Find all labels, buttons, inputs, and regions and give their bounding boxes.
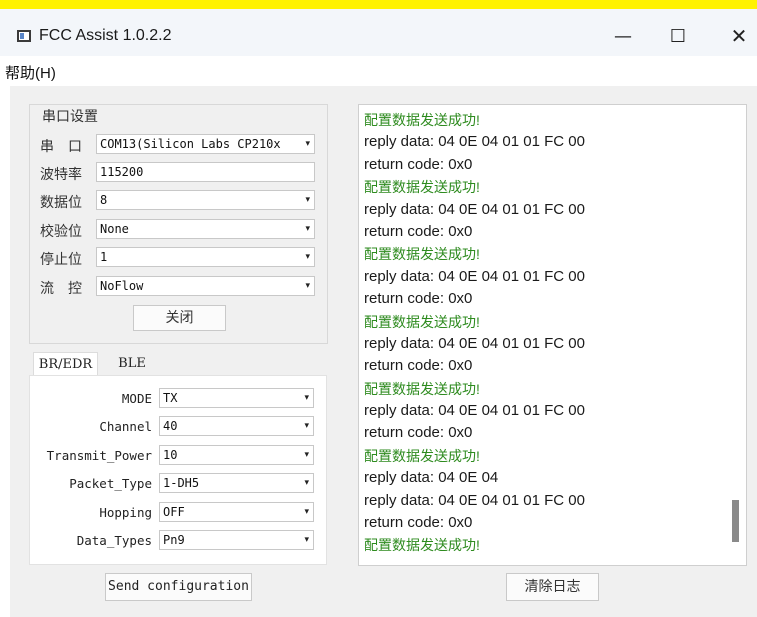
baud-rate-input[interactable]: 115200: [96, 162, 315, 182]
tab-ble[interactable]: BLE: [104, 352, 160, 376]
log-line-data: return code: 0x0: [364, 424, 473, 442]
log-line-data: reply data: 04 0E 04: [364, 469, 499, 487]
channel-label: Channel: [99, 419, 152, 434]
log-line-data: reply data: 04 0E 04 01 01 FC 00: [364, 402, 585, 420]
app-window-icon: [17, 30, 31, 42]
port-label: 串 口: [40, 139, 82, 155]
flow-control-value: NoFlow: [100, 279, 144, 293]
minimize-button[interactable]: —: [600, 18, 646, 54]
packet-type-value: 1-DH5: [163, 476, 200, 490]
chevron-down-icon: ▾: [304, 535, 309, 545]
log-output[interactable]: 配置数据发送成功! reply data: 04 0E 04 01 01 FC 0…: [358, 104, 747, 566]
log-line-data: reply data: 04 0E 04 01 01 FC 00: [364, 334, 585, 352]
packet-type-label: Packet_Type: [69, 476, 152, 491]
log-line-success: 配置数据发送成功!: [364, 537, 480, 554]
log-line-data: reply data: 04 0E 04 01 01 FC 00: [364, 133, 585, 151]
transmit-power-label: Transmit_Power: [46, 448, 152, 463]
chevron-down-icon: ▾: [304, 393, 309, 403]
chevron-down-icon: ▾: [304, 478, 309, 488]
hopping-select[interactable]: OFF ▾: [159, 502, 314, 522]
packet-type-select[interactable]: 1-DH5 ▾: [159, 473, 314, 493]
data-bits-value: 8: [100, 193, 108, 207]
close-window-button[interactable]: ✕: [716, 18, 757, 54]
chevron-down-icon: ▾: [305, 252, 310, 262]
log-line-data: reply data: 04 0E 04 01 01 FC 00: [364, 267, 585, 285]
log-line-data: return code: 0x0: [364, 222, 473, 240]
log-line-data: return code: 0x0: [364, 155, 473, 173]
log-line-success: 配置数据发送成功!: [364, 246, 480, 263]
log-line-data: reply data: 04 0E 04 01 01 FC 00: [364, 200, 585, 218]
data-types-label: Data_Types: [76, 533, 152, 548]
log-line-data: return code: 0x0: [364, 514, 473, 532]
mode-label: MODE: [121, 391, 152, 406]
log-line-success: 配置数据发送成功!: [364, 179, 480, 196]
data-types-value: Pn9: [163, 533, 185, 547]
log-line-success: 配置数据发送成功!: [364, 447, 480, 464]
chevron-down-icon: ▾: [305, 139, 310, 149]
parity-label: 校验位: [40, 224, 82, 240]
log-scrollbar-thumb[interactable]: [732, 500, 739, 542]
clear-log-button[interactable]: 清除日志: [506, 573, 599, 601]
log-line-success: 配置数据发送成功!: [364, 313, 480, 330]
close-port-button[interactable]: 关闭: [133, 305, 226, 331]
chevron-down-icon: ▾: [304, 450, 309, 460]
port-value: COM13(Silicon Labs CP210x: [100, 137, 281, 151]
chevron-down-icon: ▾: [304, 507, 309, 517]
stop-bits-label: 停止位: [40, 252, 82, 268]
chevron-down-icon: ▾: [305, 281, 310, 291]
menu-bar: [0, 56, 757, 84]
parity-value: None: [100, 222, 129, 236]
chevron-down-icon: ▾: [305, 195, 310, 205]
chevron-down-icon: ▾: [304, 421, 309, 431]
top-highlight-strip: [0, 0, 757, 9]
parity-select[interactable]: None ▾: [96, 219, 315, 239]
send-configuration-button[interactable]: Send configuration: [105, 573, 252, 601]
data-bits-select[interactable]: 8 ▾: [96, 190, 315, 210]
log-line-data: return code: 0x0: [364, 357, 473, 375]
maximize-button[interactable]: ☐: [655, 18, 701, 54]
log-line-success: 配置数据发送成功!: [364, 112, 480, 128]
chevron-down-icon: ▾: [305, 224, 310, 234]
flow-control-select[interactable]: NoFlow ▾: [96, 276, 315, 296]
log-line-data: return code: 0x0: [364, 290, 473, 308]
baud-rate-value: 115200: [100, 165, 144, 179]
log-line-data: reply data: 04 0E 04 01 01 FC 00: [364, 491, 585, 509]
transmit-power-select[interactable]: 10 ▾: [159, 445, 314, 465]
channel-value: 40: [163, 419, 178, 433]
stop-bits-value: 1: [100, 250, 108, 264]
baud-rate-label: 波特率: [40, 167, 82, 183]
serial-settings-title: 串口设置: [40, 106, 100, 126]
transmit-power-value: 10: [163, 448, 178, 462]
log-lines: 配置数据发送成功! reply data: 04 0E 04 01 01 FC 0…: [364, 109, 585, 557]
hopping-value: OFF: [163, 505, 185, 519]
stop-bits-select[interactable]: 1 ▾: [96, 247, 315, 267]
mode-value: TX: [163, 391, 178, 405]
tab-br-edr[interactable]: BR/EDR: [33, 352, 98, 376]
hopping-label: Hopping: [99, 505, 152, 520]
mode-select[interactable]: TX ▾: [159, 388, 314, 408]
channel-select[interactable]: 40 ▾: [159, 416, 314, 436]
window-title: FCC Assist 1.0.2.2: [39, 27, 172, 44]
log-line-success: 配置数据发送成功!: [364, 380, 480, 397]
data-bits-label: 数据位: [40, 195, 82, 211]
port-select[interactable]: COM13(Silicon Labs CP210x ▾: [96, 134, 315, 154]
menu-help[interactable]: 帮助(H): [5, 62, 56, 83]
data-types-select[interactable]: Pn9 ▾: [159, 530, 314, 550]
flow-control-label: 流 控: [40, 281, 82, 297]
